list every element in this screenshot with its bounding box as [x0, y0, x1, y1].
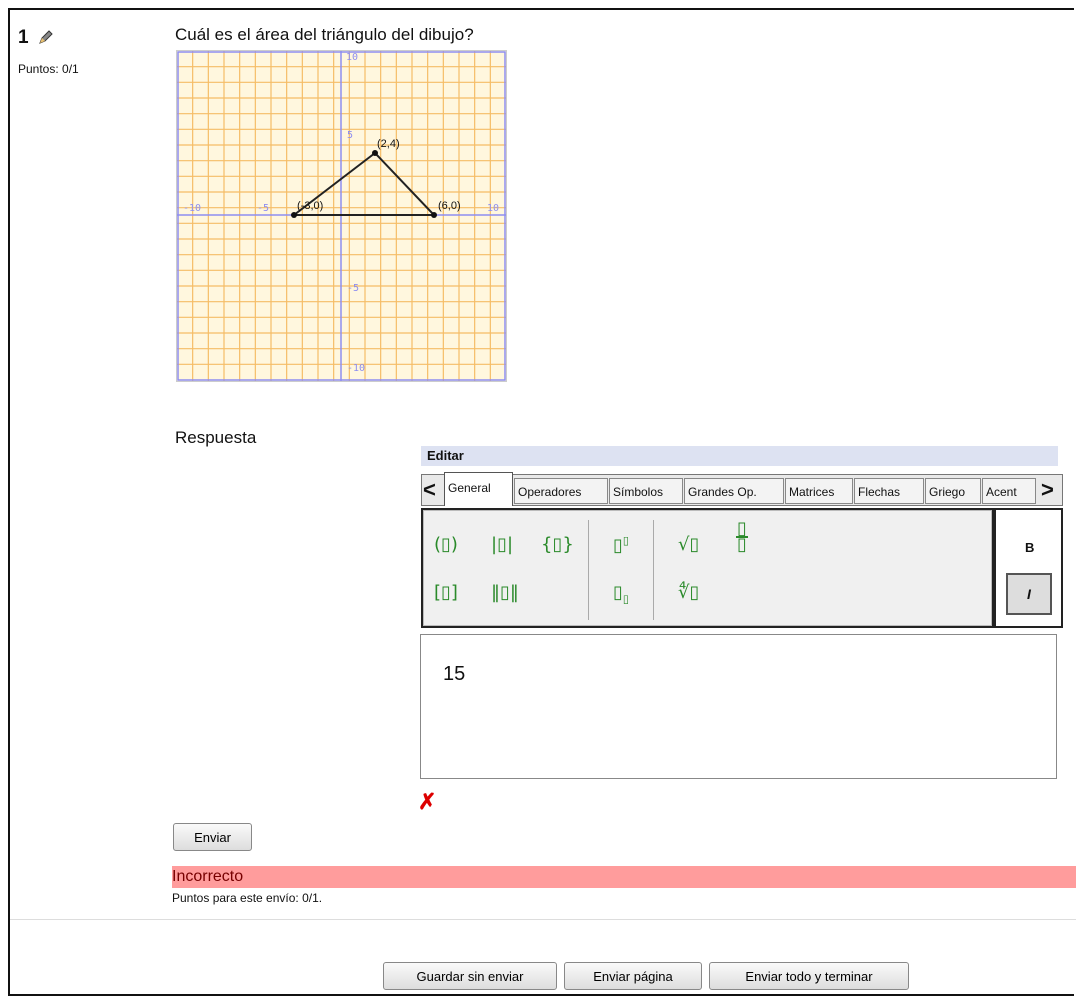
tab-operadores[interactable]: Operadores [514, 478, 608, 504]
incorrect-x-icon: ✗ [418, 789, 437, 814]
vertex-label: (-3,0) [297, 200, 323, 212]
subscript-icon[interactable]: ▯▯ [613, 582, 629, 606]
save-without-submit-button[interactable]: Guardar sin enviar [383, 962, 557, 990]
fraction-icon[interactable]: ▯ ▯ [736, 520, 748, 554]
tab-matrices[interactable]: Matrices [785, 478, 853, 504]
question-text: Cuál es el área del triángulo del dibujo… [175, 25, 474, 44]
tick-label-x-neg10: -10 [183, 203, 201, 214]
answer-input[interactable]: 15 [420, 634, 1057, 779]
absolute-value-icon[interactable]: |▯| [491, 534, 513, 555]
feedback-score: Puntos para este envío: 0/1. [172, 891, 323, 905]
submit-button[interactable]: Enviar [173, 823, 252, 851]
coordinate-graph: 10 5 -5 -10 -10 -5 10 (2,4) (-3,0) (6,0) [176, 50, 507, 382]
answer-value: 15 [443, 663, 466, 685]
symbol-palette: (▯) |▯| {▯} [▯] ‖▯‖ ▯▯ ▯▯ √▯ ∜▯ ▯ ▯ [421, 508, 994, 628]
vertex-label: (2,4) [377, 138, 400, 150]
question-number: 1 [18, 27, 53, 49]
bold-button[interactable]: B [1025, 540, 1034, 555]
divider [10, 919, 1076, 920]
norm-icon[interactable]: ‖▯‖ [491, 582, 519, 603]
tab-flechas[interactable]: Flechas [854, 478, 924, 504]
parentheses-icon[interactable]: (▯) [434, 534, 458, 555]
tab-general[interactable]: General [444, 472, 513, 506]
tab-scroll-right-icon[interactable]: > [1041, 476, 1054, 504]
tick-label-y-10: 10 [346, 52, 358, 63]
submit-all-finish-button[interactable]: Enviar todo y terminar [709, 962, 909, 990]
tick-label-x-neg5: -5 [257, 203, 269, 214]
nth-root-icon[interactable]: ∜▯ [678, 582, 699, 603]
tick-label-y-neg10: -10 [347, 363, 365, 374]
answer-label: Respuesta [175, 428, 257, 447]
tab-griego[interactable]: Griego [925, 478, 981, 504]
superscript-icon[interactable]: ▯▯ [613, 534, 629, 556]
submit-page-button[interactable]: Enviar página [564, 962, 702, 990]
editor-title: Editar [421, 446, 1058, 466]
braces-icon[interactable]: {▯} [541, 534, 574, 555]
brackets-icon[interactable]: [▯] [434, 582, 458, 603]
vertex-point [372, 150, 378, 156]
square-root-icon[interactable]: √▯ [678, 534, 699, 555]
feedback-status: Incorrecto [172, 866, 1076, 888]
tab-simbolos[interactable]: Símbolos [609, 478, 683, 504]
vertex-point [431, 212, 437, 218]
tab-grandes-op[interactable]: Grandes Op. [684, 478, 784, 504]
tick-label-y-5: 5 [347, 130, 353, 141]
tab-scroll-left-icon[interactable]: < [423, 476, 436, 504]
tick-label-y-neg5: -5 [347, 283, 359, 294]
edit-pencil-icon[interactable] [38, 29, 54, 45]
vertex-point [291, 212, 297, 218]
vertex-label: (6,0) [438, 200, 461, 212]
tab-acentos[interactable]: Acent [982, 478, 1036, 504]
tick-label-x-10: 10 [487, 203, 499, 214]
format-panel: B I [994, 508, 1063, 628]
question-points: Puntos: 0/1 [18, 62, 79, 76]
italic-button[interactable]: I [1006, 573, 1052, 615]
editor-tabs: < General Operadores Símbolos Grandes Op… [421, 472, 1063, 508]
